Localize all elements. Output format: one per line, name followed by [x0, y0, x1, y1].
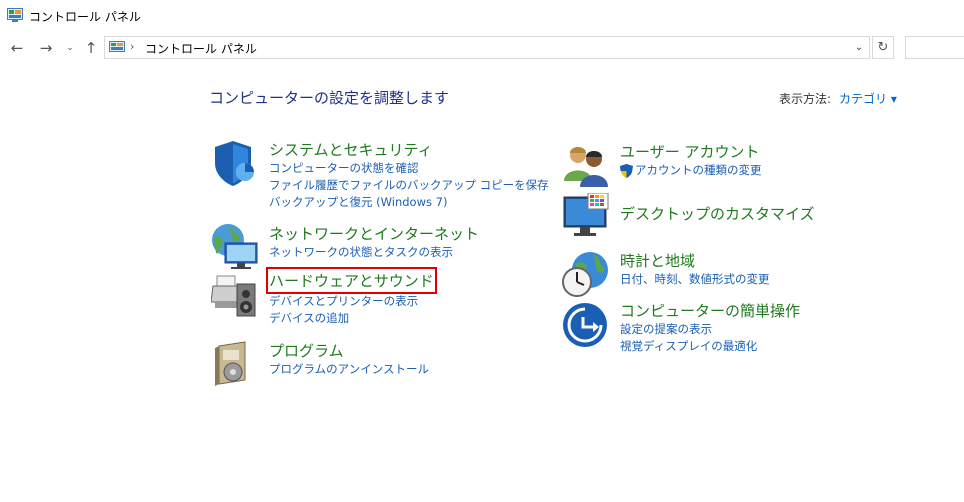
program-box-icon[interactable]: [211, 340, 259, 388]
category-heading-programs[interactable]: プログラム: [269, 340, 344, 361]
title-bar: コントロール パネル: [0, 0, 964, 32]
category-heading-users[interactable]: ユーザー アカウント: [620, 141, 759, 162]
address-dropdown-button[interactable]: ⌄: [851, 38, 867, 57]
address-bar[interactable]: › コントロール パネル ⌄: [104, 36, 870, 59]
category-heading-network[interactable]: ネットワークとインターネット: [269, 223, 479, 244]
link-add-device[interactable]: デバイスの追加: [269, 310, 418, 327]
forward-button[interactable]: →: [36, 38, 56, 58]
page-title: コンピューターの設定を調整します: [209, 89, 450, 107]
network-globe-icon[interactable]: [211, 223, 259, 271]
link-change-account-type-label: アカウントの種類の変更: [635, 163, 762, 177]
back-button[interactable]: ←: [7, 38, 27, 58]
uac-shield-icon: [620, 164, 633, 178]
refresh-button[interactable]: ↻: [872, 36, 894, 59]
up-button[interactable]: ↑: [81, 38, 101, 58]
desktop-monitor-icon[interactable]: [562, 193, 610, 241]
shield-icon[interactable]: [211, 139, 259, 187]
category-heading-hardware[interactable]: ハードウェアとサウンド: [266, 267, 437, 294]
link-network-status[interactable]: ネットワークの状態とタスクの表示: [269, 244, 453, 261]
view-by: 表示方法: カテゴリ ▾: [779, 90, 897, 107]
link-backup-restore[interactable]: バックアップと復元 (Windows 7): [269, 194, 549, 211]
link-date-time-format[interactable]: 日付、時刻、数値形式の変更: [620, 271, 770, 288]
category-heading-security[interactable]: システムとセキュリティ: [269, 139, 433, 160]
breadcrumb-control-panel[interactable]: コントロール パネル: [145, 40, 257, 57]
link-check-status[interactable]: コンピューターの状態を確認: [269, 160, 549, 177]
printer-speaker-icon[interactable]: [211, 270, 259, 318]
category-heading-appearance[interactable]: デスクトップのカスタマイズ: [620, 203, 815, 224]
link-optimize-display[interactable]: 視覚ディスプレイの最適化: [620, 338, 757, 355]
category-heading-ease[interactable]: コンピューターの簡単操作: [620, 300, 800, 321]
control-panel-icon: [7, 8, 23, 22]
link-change-account-type[interactable]: アカウントの種類の変更: [620, 162, 762, 179]
search-input[interactable]: [905, 36, 964, 59]
link-file-history[interactable]: ファイル履歴でファイルのバックアップ コピーを保存: [269, 177, 549, 194]
clock-globe-icon[interactable]: [562, 250, 610, 298]
link-uninstall-program[interactable]: プログラムのアンインストール: [269, 361, 429, 378]
view-by-label: 表示方法:: [779, 92, 832, 106]
users-icon[interactable]: [562, 141, 610, 189]
navigation-bar: ← → ⌄ ↑ › コントロール パネル ⌄ ↻: [0, 36, 964, 60]
category-heading-clock[interactable]: 時計と地域: [620, 250, 695, 271]
breadcrumb-separator[interactable]: ›: [130, 40, 134, 53]
view-by-dropdown[interactable]: カテゴリ ▾: [839, 92, 897, 106]
link-suggested-settings[interactable]: 設定の提案の表示: [620, 321, 757, 338]
ease-of-access-icon[interactable]: [562, 300, 610, 348]
link-devices-printers[interactable]: デバイスとプリンターの表示: [269, 293, 418, 310]
control-panel-icon: [109, 41, 125, 52]
window-title: コントロール パネル: [29, 10, 141, 24]
recent-locations-button[interactable]: ⌄: [64, 38, 76, 58]
